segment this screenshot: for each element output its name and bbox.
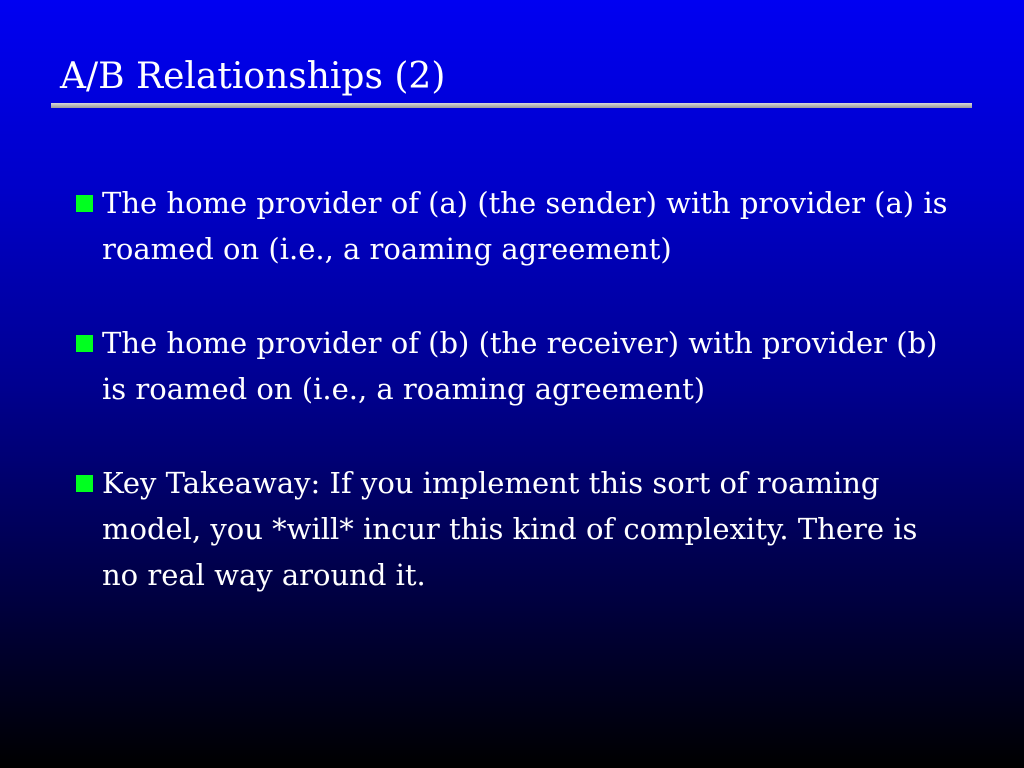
square-bullet-icon [76,475,93,492]
bullet-item-1: The home provider of (a) (the sender) wi… [76,180,956,272]
square-bullet-icon [76,335,93,352]
bullet-item-2: The home provider of (b) (the receiver) … [76,320,956,412]
slide-title: A/B Relationships (2) [60,56,446,97]
bullet-text: Key Takeaway: If you implement this sort… [102,466,918,592]
bullet-text: The home provider of (b) (the receiver) … [102,326,938,406]
slide: A/B Relationships (2) The home provider … [0,0,1024,768]
bullet-list: The home provider of (a) (the sender) wi… [76,180,956,646]
title-divider [51,103,972,108]
square-bullet-icon [76,195,93,212]
bullet-text: The home provider of (a) (the sender) wi… [102,186,948,266]
bullet-item-3: Key Takeaway: If you implement this sort… [76,460,956,598]
